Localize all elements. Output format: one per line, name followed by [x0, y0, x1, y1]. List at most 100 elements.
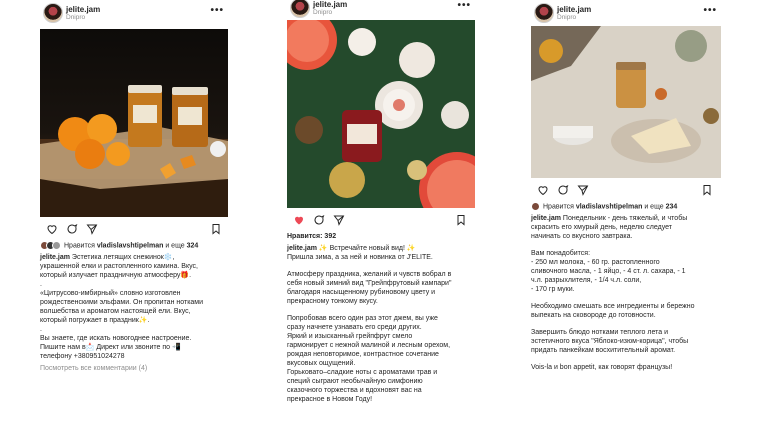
likes-count[interactable]: Нравится: 392: [287, 232, 475, 241]
caption-line: Яркий и изысканный грейпфрут смело: [287, 333, 413, 340]
caption-line: .: [40, 326, 42, 334]
caption-line: вкусовых ощущений.: [287, 360, 356, 367]
caption-line: прекрасное в Новом Году!: [287, 396, 373, 403]
more-options-icon[interactable]: •••: [457, 0, 471, 11]
comment-icon[interactable]: [66, 223, 78, 235]
caption-line: jelite.jam Понедельник - день тяжелый, и…: [531, 215, 688, 223]
likes-user[interactable]: vladislavshtipelman: [576, 203, 643, 210]
post-actions: [531, 178, 721, 200]
caption-line: сказочного торжества и вдохновят вас на: [287, 387, 422, 394]
comment-icon[interactable]: [557, 184, 569, 196]
caption-username[interactable]: jelite.jam: [40, 254, 70, 261]
caption-line: jelite.jam Эстетика летящих снежинок❄️,: [40, 254, 175, 262]
post-actions: [40, 217, 228, 239]
post-photo[interactable]: [287, 20, 475, 208]
caption-line: выпекать на сковороде до готовности.: [531, 312, 656, 320]
username[interactable]: jelite.jam: [313, 0, 347, 9]
post-photo[interactable]: [531, 26, 721, 178]
caption-line: Пришла зима, а за ней и новинка от J'ELI…: [287, 254, 433, 261]
post-header: jelite.jam Dnipro •••: [40, 0, 228, 26]
caption-line: украшенной елки и растопленного камина. …: [40, 263, 198, 271]
post-1: jelite.jam Dnipro ••• Нравится vladislav…: [40, 0, 228, 372]
caption-line: прекрасному тонкому вкусу.: [287, 298, 378, 305]
caption-line: .: [40, 281, 42, 289]
likes-line[interactable]: Нравится vladislavshtipelman и еще 324: [40, 241, 228, 250]
heart-icon[interactable]: [46, 223, 58, 235]
caption-line: волшебства и ароматом настоящей ели. Вку…: [40, 308, 191, 316]
jam-pancakes-breakfast-photo: [531, 26, 721, 178]
avatar[interactable]: [534, 3, 554, 23]
username[interactable]: jelite.jam: [557, 5, 591, 14]
caption-line: придать панкейкам восхитительный аромат.: [531, 347, 676, 355]
likes-mid: и еще: [642, 203, 666, 211]
likes-line[interactable]: Нравится vladislavshtipelman и еще 234: [531, 202, 721, 211]
likes-count[interactable]: 234: [666, 203, 678, 210]
post-actions: [287, 208, 475, 230]
comment-icon[interactable]: [313, 214, 325, 226]
caption-line: эстетичного вкуса "Яблоко-изюм-корица", …: [531, 338, 689, 346]
caption-line: рождественскими эльфами. Он пропитан нот…: [40, 299, 204, 307]
caption-line: Необходимо смешать все ингредиенты и бер…: [531, 303, 695, 311]
location[interactable]: Dnipro: [557, 14, 576, 21]
heart-filled-icon[interactable]: [293, 214, 305, 226]
share-icon[interactable]: [577, 184, 589, 196]
caption-line: который излучает праздничную атмосферу🎁.: [40, 272, 192, 280]
bookmark-icon[interactable]: [455, 214, 467, 226]
likes-count[interactable]: 324: [187, 242, 199, 249]
avatar[interactable]: [290, 0, 310, 18]
location[interactable]: Dnipro: [313, 9, 332, 16]
post-photo[interactable]: [40, 29, 228, 217]
more-options-icon[interactable]: •••: [210, 5, 224, 16]
caption-line: благодаря насыщенному рубиновому цвету и: [287, 289, 436, 296]
caption-line: сразу начнете узнавать его среди других.: [287, 324, 422, 331]
likes-prefix: Нравится: [543, 203, 576, 211]
post-header: jelite.jam Dnipro •••: [287, 0, 475, 20]
view-comments-link[interactable]: Посмотреть все комментарии (4): [40, 365, 228, 372]
bookmark-icon[interactable]: [701, 184, 713, 196]
caption-line: скрасить его хмурый день, неделю следует: [531, 224, 672, 232]
caption-line: «Цитрусово-имбирный» словно изготовлен: [40, 290, 181, 298]
heart-icon[interactable]: [537, 184, 549, 196]
caption-username[interactable]: jelite.jam: [531, 215, 561, 222]
location[interactable]: Dnipro: [66, 14, 85, 21]
grapefruit-jam-flatlay-photo: [287, 20, 475, 208]
caption-line: телефону +380951024278: [40, 353, 125, 361]
post-2: jelite.jam Dnipro ••• Нравится: 392 jeli…: [287, 0, 475, 404]
caption-line: специй сыграют необычайную симфонию: [287, 378, 423, 385]
caption: jelite.jam Понедельник - день тяжелый, и…: [531, 214, 721, 372]
caption-line: Пишите нам в📩 Директ или звоните по 📲: [40, 344, 181, 352]
caption-line: рождая неповторимое, контрастное сочетан…: [287, 351, 439, 358]
caption-line: себя новый зимний вид "Грейпфрутовый кам…: [287, 280, 452, 287]
caption-line: jelite.jam ✨ Встречайте новый вид! ✨: [287, 245, 416, 252]
caption: jelite.jam Эстетика летящих снежинок❄️, …: [40, 253, 228, 361]
caption-line: ч.л. разрыхлителя, - 1/4 ч.л. соли,: [531, 277, 642, 285]
caption-line: Горьковато–сладкие ноты с ароматами трав…: [287, 369, 438, 376]
caption-line: Атмосферу праздника, желаний и чувств во…: [287, 271, 452, 278]
post-3: jelite.jam Dnipro ••• Нравится vladislav…: [531, 0, 721, 372]
username[interactable]: jelite.jam: [66, 5, 100, 14]
caption-line: Vois-la и bon appetit, как говорят франц…: [531, 364, 673, 372]
bookmark-icon[interactable]: [210, 223, 222, 235]
likes-mid: и еще: [163, 242, 187, 250]
caption-line: Вам понадобится:: [531, 250, 591, 258]
caption-line: сливочного масла, - 1 яйцо, - 4 ст. л. с…: [531, 268, 686, 276]
jam-jars-tangerines-photo: [40, 85, 228, 217]
share-icon[interactable]: [86, 223, 98, 235]
post-header: jelite.jam Dnipro •••: [531, 0, 721, 26]
likes-prefix: Нравится: [64, 242, 97, 250]
likes-user[interactable]: vladislavshtipelman: [97, 242, 164, 249]
liker-avatar: [52, 241, 61, 250]
avatar[interactable]: [43, 3, 63, 23]
share-icon[interactable]: [333, 214, 345, 226]
liker-avatar: [531, 202, 540, 211]
caption-line: Попробовав всего один раз этот джем, вы …: [287, 315, 438, 322]
caption-line: Завершить блюдо нотками теплого лета и: [531, 329, 668, 337]
caption-line: начинать со вкусного завтрака.: [531, 233, 633, 241]
caption-username[interactable]: jelite.jam: [287, 245, 317, 252]
caption-line: - 170 гр муки.: [531, 286, 575, 294]
caption-line: - 250 мл молока, - 60 гр. растопленного: [531, 259, 660, 267]
caption-line: Вы знаете, где искать новогоднее настрое…: [40, 335, 192, 343]
caption-line: который погружает в праздник✨.: [40, 317, 150, 325]
more-options-icon[interactable]: •••: [703, 5, 717, 16]
caption-line: гармонирует с нежной малиной и лесным ор…: [287, 342, 451, 349]
